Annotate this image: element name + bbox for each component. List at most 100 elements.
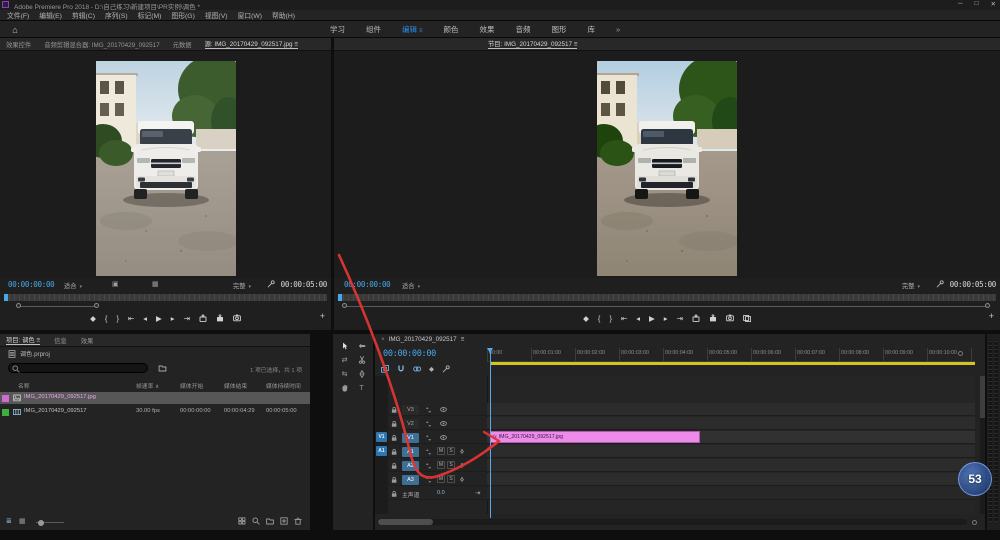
track-target-button-V1[interactable]: V1 bbox=[402, 433, 419, 443]
mark-out-button[interactable]: } bbox=[116, 314, 119, 323]
voiceover-record-icon[interactable] bbox=[459, 447, 465, 456]
tab-元数据[interactable]: 元数据 bbox=[173, 40, 192, 49]
search-input[interactable] bbox=[8, 363, 148, 373]
slip-tool[interactable]: ⇆ bbox=[336, 367, 353, 381]
sync-lock-icon[interactable] bbox=[425, 420, 432, 428]
safe-margins-button[interactable]: ▣ bbox=[112, 280, 119, 288]
workspace-tab-库[interactable]: 库 bbox=[588, 24, 596, 35]
razor-tool[interactable] bbox=[353, 353, 370, 367]
tab-音频剪辑混合器[interactable]: 音频剪辑混合器: IMG_20170429_092517 bbox=[44, 40, 160, 49]
panel-menu-icon[interactable]: ≡ bbox=[574, 41, 578, 48]
minimize-button[interactable]: ─ bbox=[958, 0, 963, 8]
sync-lock-icon[interactable] bbox=[425, 476, 432, 484]
home-icon[interactable]: ⌂ bbox=[4, 23, 26, 36]
track-lock-icon[interactable] bbox=[391, 406, 398, 414]
playhead-marker[interactable] bbox=[487, 348, 493, 353]
sync-lock-icon[interactable] bbox=[425, 406, 432, 414]
timeline-horizontal-scrollbar[interactable] bbox=[377, 519, 967, 525]
toggle-track-output-icon[interactable] bbox=[439, 406, 448, 413]
menu-item[interactable]: 编辑(E) bbox=[34, 10, 67, 20]
add-marker-button[interactable]: ◆ bbox=[429, 365, 434, 373]
menu-item[interactable]: 标记(M) bbox=[133, 10, 167, 20]
workspace-tab-效果[interactable]: 效果 bbox=[480, 24, 495, 35]
tab-效果控件[interactable]: 效果控件 bbox=[6, 40, 31, 49]
workspace-tab-编辑[interactable]: 编辑≡ bbox=[402, 24, 423, 35]
source-patch-A1[interactable]: A1 bbox=[376, 446, 387, 456]
solo-button[interactable]: S bbox=[447, 461, 455, 469]
workspace-tab-组件[interactable]: 组件 bbox=[366, 24, 381, 35]
automate-to-sequence-button[interactable] bbox=[238, 517, 246, 525]
track-lane[interactable] bbox=[487, 403, 975, 415]
find-button[interactable] bbox=[252, 517, 260, 525]
source-scrubber[interactable] bbox=[4, 294, 327, 301]
step-back-button[interactable]: ◂ bbox=[636, 314, 640, 323]
track-target-button-A1[interactable]: A1 bbox=[402, 447, 419, 457]
menu-item[interactable]: 序列(S) bbox=[100, 10, 133, 20]
program-zoom-scrollbar[interactable] bbox=[344, 306, 986, 307]
zoom-handle-icon[interactable] bbox=[972, 520, 977, 525]
settings-wrench-icon[interactable] bbox=[267, 280, 275, 288]
project-row-IMG_20170429_092517.jpg[interactable]: IMG_20170429_092517.jpg bbox=[0, 392, 310, 404]
mark-in-button[interactable]: { bbox=[598, 314, 601, 323]
program-scrubber[interactable] bbox=[338, 294, 996, 301]
add-marker-button[interactable]: ◆ bbox=[583, 314, 589, 323]
comparison-view-button[interactable] bbox=[743, 314, 751, 322]
timeline-ruler[interactable]: 00:0000:00:01:0000:00:02:0000:00:03:0000… bbox=[487, 348, 975, 362]
hand-tool[interactable] bbox=[336, 381, 353, 395]
panel-menu-icon[interactable]: ≡ bbox=[419, 28, 423, 34]
column-header-3[interactable]: 媒体结束 bbox=[224, 381, 247, 390]
lift-button[interactable] bbox=[692, 314, 700, 322]
sync-lock-icon[interactable] bbox=[425, 448, 432, 456]
tab-效果[interactable]: 效果 bbox=[81, 336, 94, 345]
voiceover-record-icon[interactable] bbox=[459, 475, 465, 484]
program-playhead[interactable] bbox=[338, 294, 342, 301]
source-playhead[interactable] bbox=[4, 294, 8, 301]
play-button[interactable]: ▶ bbox=[156, 314, 162, 323]
panel-menu-icon[interactable]: ≡ bbox=[461, 336, 465, 343]
tab-信息[interactable]: 信息 bbox=[54, 336, 67, 345]
go-to-out-button[interactable]: ⇥ bbox=[184, 314, 190, 323]
track-lock-icon[interactable] bbox=[391, 476, 398, 484]
insert-as-nest-toggle[interactable] bbox=[381, 365, 389, 373]
pen-tool[interactable] bbox=[353, 367, 370, 381]
go-to-out-button[interactable]: ⇥ bbox=[677, 314, 683, 323]
settings-wrench-icon[interactable] bbox=[936, 280, 944, 288]
go-to-end-icon[interactable]: ⇥ bbox=[475, 489, 480, 497]
track-lane[interactable] bbox=[487, 473, 975, 485]
maximize-button[interactable]: □ bbox=[975, 0, 979, 8]
tab-项目[interactable]: 项目: 调色 ≡ bbox=[6, 335, 40, 345]
settings-menu-button[interactable]: ▦ bbox=[152, 280, 159, 288]
ripple-edit-tool[interactable]: ⇄ bbox=[336, 353, 353, 367]
clear-button[interactable] bbox=[294, 517, 302, 525]
sync-lock-icon[interactable] bbox=[425, 434, 432, 442]
voiceover-record-icon[interactable] bbox=[459, 461, 465, 470]
track-lane[interactable] bbox=[487, 417, 975, 429]
overwrite-button[interactable] bbox=[216, 314, 224, 322]
timeline-clip[interactable]: fxIMG_20170429_092517.jpg bbox=[490, 431, 700, 443]
solo-button[interactable]: S bbox=[447, 475, 455, 483]
tab-sequence[interactable]: × IMG_20170429_092517 ≡ bbox=[381, 336, 464, 343]
work-area-bar[interactable] bbox=[490, 362, 975, 365]
track-lane[interactable] bbox=[487, 459, 975, 471]
track-lane[interactable] bbox=[487, 445, 975, 457]
master-gain-value[interactable]: 0.0 bbox=[437, 490, 445, 496]
workspace-tab-图形[interactable]: 图形 bbox=[552, 24, 567, 35]
button-editor-plus[interactable]: + bbox=[320, 311, 325, 321]
play-button[interactable]: ▶ bbox=[649, 314, 655, 323]
toggle-track-output-icon[interactable] bbox=[439, 420, 448, 427]
menu-item[interactable]: 视图(V) bbox=[200, 10, 233, 20]
zoom-slider-handle[interactable] bbox=[38, 520, 44, 526]
new-item-button[interactable] bbox=[280, 517, 288, 525]
export-frame-button[interactable] bbox=[726, 314, 734, 322]
go-to-in-button[interactable]: ⇤ bbox=[128, 314, 134, 323]
bin-navigate-icon[interactable] bbox=[158, 364, 167, 372]
track-lane[interactable] bbox=[487, 487, 975, 499]
track-target-button-V3[interactable]: V3 bbox=[402, 405, 419, 415]
step-forward-button[interactable]: ▸ bbox=[664, 314, 668, 323]
track-lock-icon[interactable] bbox=[391, 448, 398, 456]
source-patch-V1[interactable]: V1 bbox=[376, 432, 387, 442]
sync-lock-icon[interactable] bbox=[425, 462, 432, 470]
zoom-handle-right[interactable] bbox=[985, 303, 990, 308]
column-header-4[interactable]: 媒体持续时间 bbox=[266, 381, 308, 390]
project-row-IMG_20170429_092517[interactable]: IMG_20170429_09251730.00 fps00:00:00:000… bbox=[0, 406, 310, 418]
